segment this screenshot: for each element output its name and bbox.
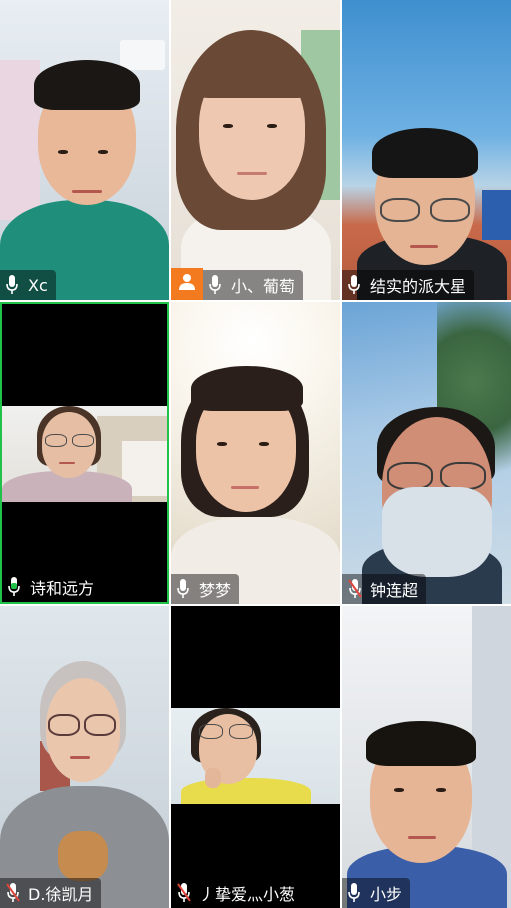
host-badge — [171, 268, 203, 300]
participant-name: 小、葡萄 — [231, 277, 296, 296]
participant-name: 钟连超 — [370, 581, 419, 600]
participant-tile-pai-da-xing[interactable]: 结实的派大星 — [342, 0, 511, 300]
video-feed — [2, 406, 167, 502]
microphone-active-icon — [8, 577, 20, 597]
participant-tile-xiao-putao[interactable]: 小、葡萄 — [171, 0, 340, 300]
participant-tile-zhong-lian-chao[interactable]: 钟连超 — [342, 302, 511, 604]
participant-tile-xiao-bu[interactable]: 小步 — [342, 606, 511, 908]
microphone-icon — [209, 275, 221, 295]
participant-tile-d-xu-kai-yue[interactable]: D.徐凯月 — [0, 606, 169, 908]
microphone-icon — [348, 883, 360, 903]
participant-name: 丿挚爱灬小葱 — [199, 885, 296, 904]
participant-tile-meng-meng[interactable]: 梦梦 — [171, 302, 340, 604]
video-feed — [171, 708, 340, 804]
video-feed — [0, 606, 169, 908]
video-feed — [342, 302, 511, 604]
video-grid: Xc 小、葡萄 结实的派大星 诗和远方 梦梦 钟连超 D.徐凯月 丿挚爱灬小葱 … — [0, 0, 511, 908]
participant-name: 梦梦 — [199, 581, 232, 600]
participant-label: D.徐凯月 — [0, 878, 102, 908]
video-feed — [0, 0, 169, 300]
participant-label: 梦梦 — [171, 574, 240, 604]
microphone-muted-icon — [348, 579, 362, 599]
participant-label: 结实的派大星 — [342, 270, 475, 300]
participant-label: Xc — [0, 270, 56, 300]
microphone-muted-icon — [6, 883, 20, 903]
participant-name: 结实的派大星 — [370, 277, 467, 296]
video-feed — [171, 302, 340, 604]
participant-label: 诗和远方 — [2, 572, 103, 602]
participant-label: 小、葡萄 — [203, 270, 304, 300]
participant-label: 小步 — [342, 878, 411, 908]
microphone-icon — [348, 275, 360, 295]
microphone-icon — [6, 275, 18, 295]
participant-name: 小步 — [370, 885, 403, 904]
participant-label: 丿挚爱灬小葱 — [171, 878, 304, 908]
microphone-muted-icon — [177, 883, 191, 903]
participant-name: D.徐凯月 — [28, 885, 94, 904]
participant-name: Xc — [28, 275, 48, 295]
participant-name: 诗和远方 — [30, 579, 95, 598]
person-icon — [178, 273, 196, 295]
video-feed — [342, 0, 511, 300]
participant-tile-xc[interactable]: Xc — [0, 0, 169, 300]
participant-tile-zhi-ai-xiao-cong[interactable]: 丿挚爱灬小葱 — [171, 606, 340, 908]
participant-tile-shi-he-yuan-fang[interactable]: 诗和远方 — [0, 302, 169, 604]
video-feed — [171, 0, 340, 300]
microphone-icon — [177, 579, 189, 599]
participant-label: 钟连超 — [342, 574, 427, 604]
video-feed — [342, 606, 511, 908]
